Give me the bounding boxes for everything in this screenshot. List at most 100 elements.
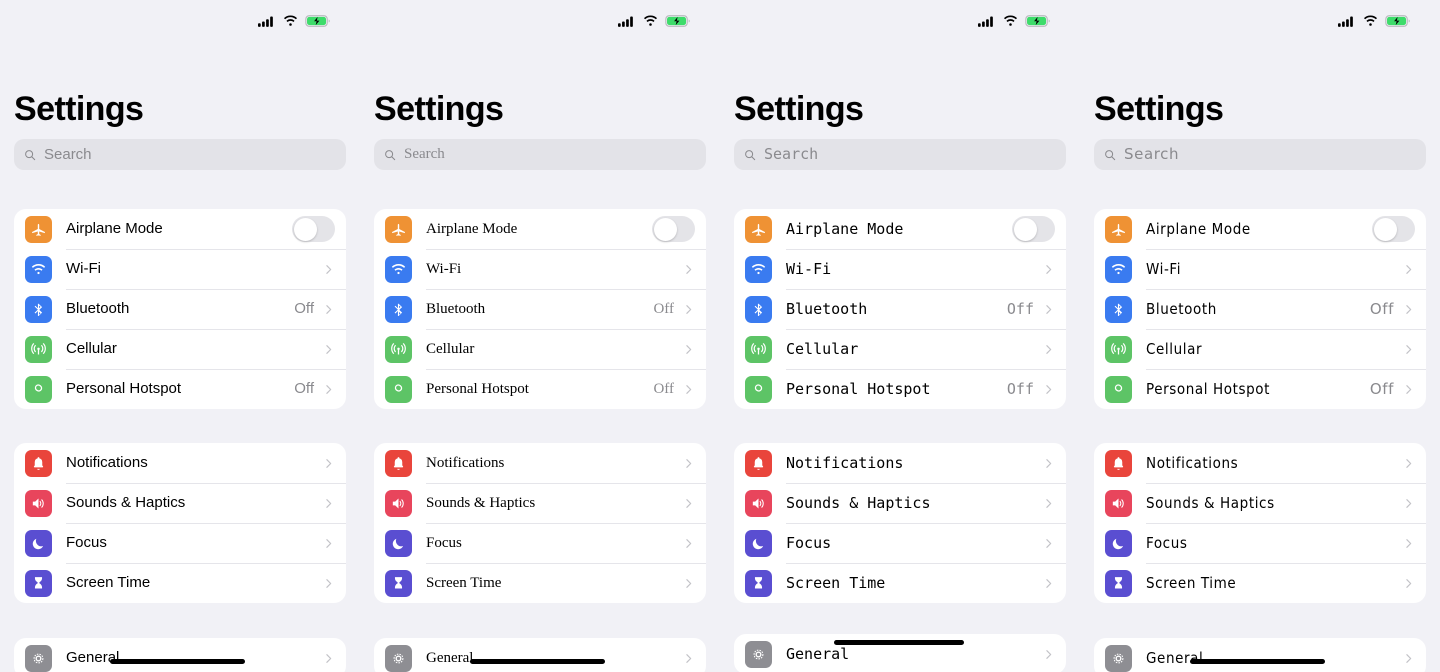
hourglass-icon bbox=[25, 569, 52, 597]
settings-row-focus[interactable]: Focus bbox=[734, 523, 1066, 563]
chevron-right-icon bbox=[1402, 577, 1415, 590]
search-input[interactable]: Search bbox=[734, 139, 1066, 170]
settings-row-label: Personal Hotspot bbox=[1146, 380, 1271, 398]
airplane-icon bbox=[1105, 215, 1132, 243]
search-placeholder: Search bbox=[44, 146, 92, 163]
toggle-switch[interactable] bbox=[652, 216, 695, 242]
settings-row-airplane-mode[interactable]: Airplane Mode bbox=[1094, 209, 1426, 249]
hotspot-icon bbox=[745, 375, 772, 403]
chevron-right-icon bbox=[1042, 648, 1055, 661]
chevron-right-icon bbox=[682, 383, 695, 396]
settings-row-cellular[interactable]: Cellular bbox=[14, 329, 346, 369]
settings-row-label: Personal Hotspot bbox=[426, 381, 529, 397]
settings-row-value: Off bbox=[1369, 300, 1394, 318]
toggle-switch[interactable] bbox=[292, 216, 335, 242]
settings-row-general[interactable]: General bbox=[14, 638, 346, 672]
settings-row-screen-time[interactable]: Screen Time bbox=[374, 563, 706, 603]
chevron-right-icon bbox=[1402, 537, 1415, 550]
chevron-right-icon bbox=[1402, 383, 1415, 396]
settings-row-label: Notifications bbox=[1146, 454, 1239, 472]
toggle-switch[interactable] bbox=[1372, 216, 1415, 242]
settings-row-screen-time[interactable]: Screen Time bbox=[734, 563, 1066, 603]
hotspot-icon bbox=[25, 375, 52, 403]
gear-icon bbox=[745, 640, 772, 668]
settings-row-cellular[interactable]: Cellular bbox=[1094, 329, 1426, 369]
settings-row-personal-hotspot[interactable]: Personal Hotspot Off bbox=[734, 369, 1066, 409]
settings-row-bluetooth[interactable]: Bluetooth Off bbox=[734, 289, 1066, 329]
settings-row-label: Bluetooth bbox=[1146, 300, 1217, 318]
status-bar bbox=[720, 0, 1080, 46]
toggle-switch[interactable] bbox=[1012, 216, 1055, 242]
settings-row-cellular[interactable]: Cellular bbox=[734, 329, 1066, 369]
settings-row-value: Off bbox=[1006, 380, 1034, 398]
settings-row-bluetooth[interactable]: Bluetooth Off bbox=[374, 289, 706, 329]
bluetooth-icon bbox=[1105, 295, 1132, 323]
settings-group-connectivity: Airplane Mode Wi-Fi Bluetooth Off Cellular Pe… bbox=[1094, 209, 1426, 409]
settings-row-general[interactable]: General bbox=[1094, 638, 1426, 672]
wifi-icon bbox=[25, 255, 52, 283]
settings-row-screen-time[interactable]: Screen Time bbox=[14, 563, 346, 603]
settings-row-airplane-mode[interactable]: Airplane Mode bbox=[734, 209, 1066, 249]
speaker-icon bbox=[745, 489, 772, 517]
search-input[interactable]: Search bbox=[374, 139, 706, 170]
settings-row-sounds-haptics[interactable]: Sounds & Haptics bbox=[734, 483, 1066, 523]
moon-icon bbox=[1105, 529, 1132, 557]
chevron-right-icon bbox=[1402, 303, 1415, 316]
chevron-right-icon bbox=[1042, 263, 1055, 276]
settings-row-personal-hotspot[interactable]: Personal Hotspot Off bbox=[374, 369, 706, 409]
settings-row-bluetooth[interactable]: Bluetooth Off bbox=[1094, 289, 1426, 329]
settings-row-screen-time[interactable]: Screen Time bbox=[1094, 563, 1426, 603]
hourglass-icon bbox=[745, 569, 772, 597]
settings-row-notifications[interactable]: Notifications bbox=[734, 443, 1066, 483]
settings-row-cellular[interactable]: Cellular bbox=[374, 329, 706, 369]
settings-row-focus[interactable]: Focus bbox=[14, 523, 346, 563]
settings-row-label: Cellular bbox=[66, 340, 117, 357]
search-input[interactable]: Search bbox=[1094, 139, 1426, 170]
settings-row-label: Sounds & Haptics bbox=[786, 494, 931, 512]
chevron-right-icon bbox=[1042, 343, 1055, 356]
settings-row-focus[interactable]: Focus bbox=[1094, 523, 1426, 563]
chevron-right-icon bbox=[1402, 652, 1415, 665]
battery-charging-icon bbox=[1025, 14, 1051, 32]
bluetooth-icon bbox=[745, 295, 772, 323]
settings-panel-3: Settings Search Airplane Mode Wi-Fi Bluetoot… bbox=[720, 0, 1080, 672]
settings-row-sounds-haptics[interactable]: Sounds & Haptics bbox=[374, 483, 706, 523]
settings-row-label: General bbox=[66, 649, 120, 666]
chevron-right-icon bbox=[1042, 457, 1055, 470]
settings-row-label: Sounds & Haptics bbox=[1146, 494, 1275, 512]
settings-row-personal-hotspot[interactable]: Personal Hotspot Off bbox=[1094, 369, 1426, 409]
chevron-right-icon bbox=[322, 577, 335, 590]
settings-row-wi-fi[interactable]: Wi-Fi bbox=[1094, 249, 1426, 289]
chevron-right-icon bbox=[682, 537, 695, 550]
settings-row-general[interactable]: General bbox=[374, 638, 706, 672]
settings-panel-4: Settings Search Airplane Mode Wi-Fi Bluetoot… bbox=[1080, 0, 1440, 672]
settings-row-notifications[interactable]: Notifications bbox=[374, 443, 706, 483]
settings-row-label: Bluetooth bbox=[66, 300, 130, 317]
hotspot-icon bbox=[385, 375, 412, 403]
settings-row-label: Focus bbox=[1146, 534, 1188, 552]
settings-row-wi-fi[interactable]: Wi-Fi bbox=[374, 249, 706, 289]
toggle-knob bbox=[1373, 217, 1397, 241]
settings-row-label: Screen Time bbox=[426, 575, 502, 591]
settings-row-bluetooth[interactable]: Bluetooth Off bbox=[14, 289, 346, 329]
settings-row-sounds-haptics[interactable]: Sounds & Haptics bbox=[1094, 483, 1426, 523]
settings-row-notifications[interactable]: Notifications bbox=[14, 443, 346, 483]
settings-row-wi-fi[interactable]: Wi-Fi bbox=[734, 249, 1066, 289]
settings-row-focus[interactable]: Focus bbox=[374, 523, 706, 563]
chevron-right-icon bbox=[682, 343, 695, 356]
settings-row-label: Bluetooth bbox=[786, 300, 868, 318]
settings-row-airplane-mode[interactable]: Airplane Mode bbox=[374, 209, 706, 249]
bluetooth-icon bbox=[385, 295, 412, 323]
hourglass-icon bbox=[385, 569, 412, 597]
settings-row-notifications[interactable]: Notifications bbox=[1094, 443, 1426, 483]
settings-row-wi-fi[interactable]: Wi-Fi bbox=[14, 249, 346, 289]
settings-row-airplane-mode[interactable]: Airplane Mode bbox=[14, 209, 346, 249]
search-placeholder: Search bbox=[764, 145, 819, 163]
toggle-knob bbox=[653, 217, 677, 241]
battery-charging-icon bbox=[1385, 14, 1411, 32]
settings-row-personal-hotspot[interactable]: Personal Hotspot Off bbox=[14, 369, 346, 409]
settings-group-alerts: Notifications Sounds & Haptics Focus Screen… bbox=[734, 443, 1066, 603]
page-title: Settings bbox=[734, 90, 864, 128]
search-input[interactable]: Search bbox=[14, 139, 346, 170]
settings-row-sounds-haptics[interactable]: Sounds & Haptics bbox=[14, 483, 346, 523]
